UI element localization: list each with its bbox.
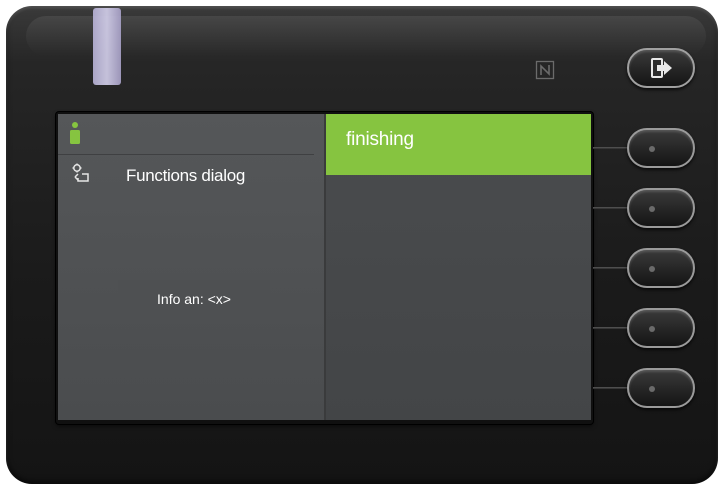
- info-text: Info an: <x>: [118, 280, 270, 318]
- softkey-4[interactable]: [627, 308, 695, 348]
- softkey-dot: [649, 146, 655, 152]
- softkey-line-5: [593, 387, 627, 389]
- menu-item-label: finishing: [346, 128, 414, 150]
- status-row: [58, 114, 314, 155]
- menu-item-finishing[interactable]: finishing: [326, 114, 591, 175]
- top-sheen: [26, 16, 706, 56]
- softkey-line-1: [593, 147, 627, 149]
- softkey-dot: [649, 266, 655, 272]
- softkey-2[interactable]: [627, 188, 695, 228]
- softkey-dot: [649, 326, 655, 332]
- display-screen: Functions dialog Info an: <x> finishing: [58, 114, 591, 420]
- nfc-icon: [535, 60, 555, 80]
- softkey-1[interactable]: [627, 128, 695, 168]
- softkey-dot: [649, 386, 655, 392]
- softkey-line-2: [593, 207, 627, 209]
- functions-icon: [72, 163, 89, 182]
- softkey-3[interactable]: [627, 248, 695, 288]
- person-icon: [70, 122, 80, 144]
- functions-dialog-row: Functions dialog: [70, 160, 245, 186]
- softkey-line-4: [593, 327, 627, 329]
- notification-led: [93, 8, 121, 85]
- softkey-5[interactable]: [627, 368, 695, 408]
- softkey-line-3: [593, 267, 627, 269]
- right-pane: finishing: [326, 114, 591, 420]
- left-pane: Functions dialog Info an: <x>: [58, 114, 326, 420]
- functions-dialog-label: Functions dialog: [126, 166, 245, 185]
- softkey-dot: [649, 206, 655, 212]
- exit-button[interactable]: [627, 48, 695, 88]
- exit-icon: [651, 58, 672, 78]
